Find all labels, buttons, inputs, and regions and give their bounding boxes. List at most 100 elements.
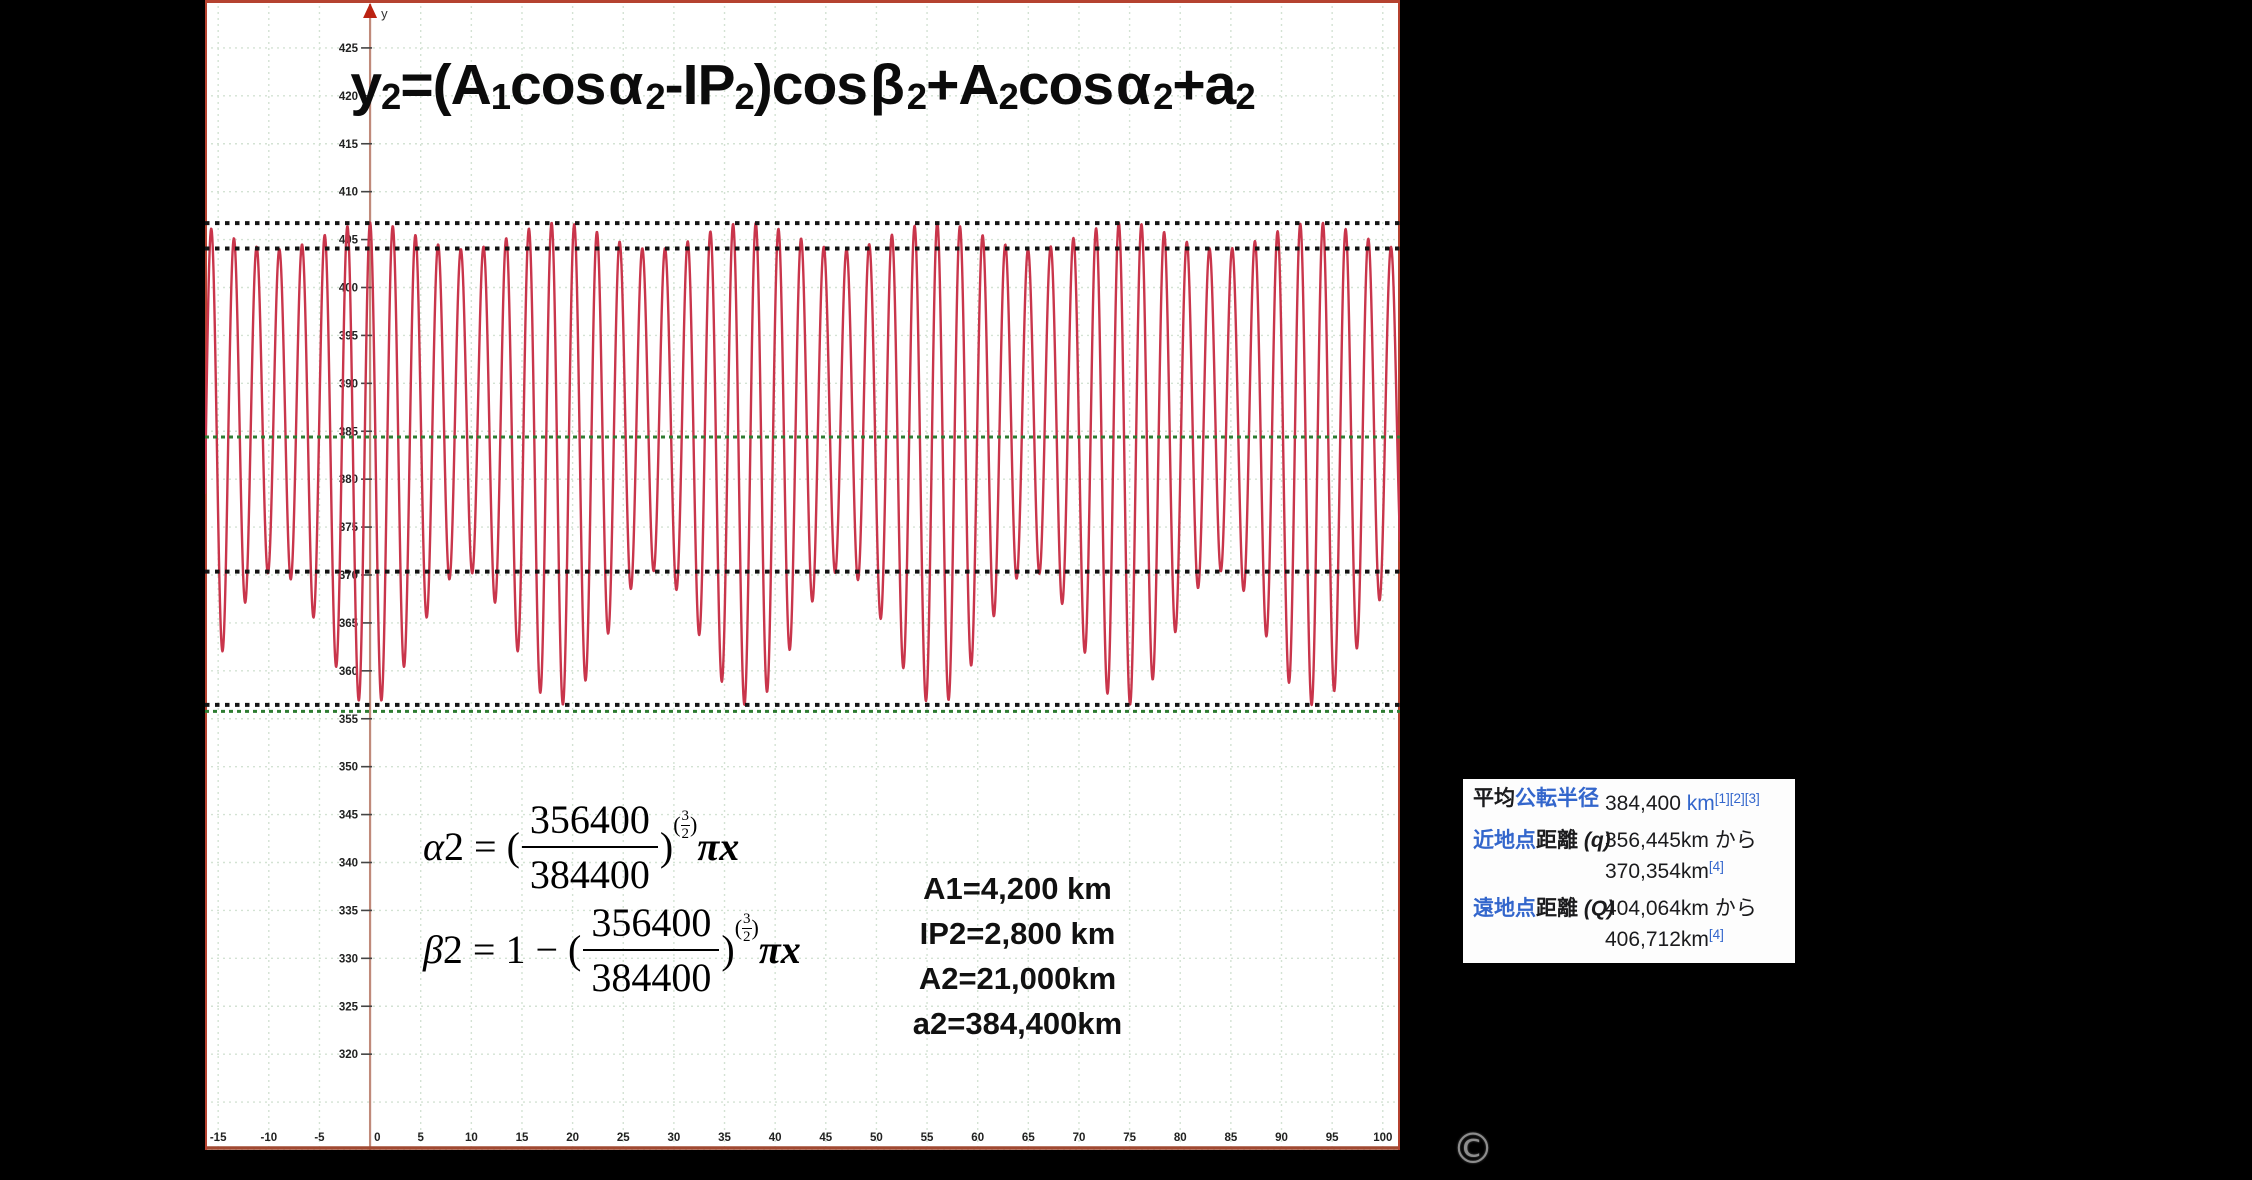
wiki-value-line: 370,354km[4]: [1605, 854, 1787, 885]
x-tick-label: 65: [1022, 1132, 1035, 1144]
fraction-numerator: 356400: [522, 796, 658, 848]
y-tick-label: 355: [339, 714, 359, 726]
wiki-row-label: 近地点距離 (q): [1473, 828, 1605, 885]
title-text: β: [870, 53, 904, 117]
x-tick-label: 100: [1373, 1132, 1392, 1144]
wiki-row-value: 404,064km から406,712km[4]: [1605, 896, 1787, 953]
screen-background: y425420415410405400395390385380375370365…: [0, 0, 2252, 1180]
x-tick-label: 25: [617, 1132, 630, 1144]
x-tick-label: 40: [769, 1132, 782, 1144]
wiki-text: 384,400: [1605, 792, 1687, 815]
y-tick-label: 360: [339, 666, 358, 678]
wiki-value-line: 406,712km[4]: [1605, 922, 1787, 953]
wiki-text: 距離: [1536, 897, 1578, 920]
plot-area[interactable]: y425420415410405400395390385380375370365…: [205, 0, 1400, 1150]
parameter-list: A1=4,200 kmIP2=2,800 kmA2=21,000kma2=384…: [845, 866, 1190, 1046]
wiki-row: 平均公転半径 384,400 km[1][2][3]: [1473, 786, 1787, 817]
title-subscript: 2: [907, 76, 926, 117]
y-tick-label: 340: [339, 858, 358, 870]
parameter-line: A2=21,000km: [845, 956, 1190, 1001]
x-tick-label: 15: [516, 1132, 529, 1144]
fraction: 356400384400: [583, 899, 719, 1001]
x-tick-label: 45: [819, 1132, 832, 1144]
wiki-reference-link[interactable]: [1][2][3]: [1715, 791, 1760, 806]
x-tick-label: 0: [374, 1132, 380, 1144]
title-text: α: [608, 53, 642, 117]
wiki-value-line: 356,445km から: [1605, 828, 1787, 854]
title-text: -IP: [665, 53, 735, 117]
title-subscript: 2: [1153, 76, 1172, 117]
exponent: (32): [735, 915, 759, 940]
wiki-link[interactable]: 遠地点: [1473, 897, 1536, 920]
y-tick-label: 330: [339, 953, 358, 965]
title-text: y: [350, 53, 381, 117]
title-text: +a: [1172, 53, 1235, 117]
chart-title: y2=(A1cosα2-IP2)cosβ2+A2cosα2+a2: [205, 52, 1400, 118]
y-tick-label: 325: [339, 1001, 359, 1013]
fraction: 356400384400: [522, 796, 658, 898]
x-tick-label: 80: [1174, 1132, 1187, 1144]
parameter-line: IP2=2,800 km: [845, 911, 1190, 956]
equation-variable: α: [423, 824, 444, 869]
copyright-icon: ©: [1452, 1124, 1494, 1173]
y-tick-label: 375: [339, 522, 359, 534]
title-subscript: 2: [999, 76, 1018, 117]
x-tick-label: -5: [314, 1132, 325, 1144]
y-tick-label: 395: [339, 330, 359, 342]
wiki-row-value: 384,400 km[1][2][3]: [1605, 786, 1787, 817]
x-tick-label: 10: [465, 1132, 478, 1144]
equation-part: ): [660, 824, 673, 869]
y-tick-label: 400: [339, 283, 358, 295]
wiki-reference-link[interactable]: [4]: [1709, 859, 1724, 874]
equation-part: (: [507, 824, 520, 869]
equation-part: ): [721, 927, 734, 972]
x-tick-label: 50: [870, 1132, 883, 1144]
equation-beta2: β2 = 1 − (356400384400)(32)πx: [423, 903, 801, 1005]
wiki-row-value: 356,445km から370,354km[4]: [1605, 828, 1787, 885]
x-tick-label: -15: [210, 1132, 227, 1144]
title-subscript: 2: [1235, 76, 1254, 117]
equation-part: 1 −: [505, 927, 568, 972]
wiki-reference-link[interactable]: [4]: [1709, 927, 1724, 942]
x-tick-label: -10: [260, 1132, 277, 1144]
parameter-line: A1=4,200 km: [845, 866, 1190, 911]
wiki-text: 356,445km から: [1605, 829, 1757, 852]
equation-part: (: [568, 927, 581, 972]
y-axis-arrow: [363, 3, 377, 18]
wiki-text: 平均: [1473, 787, 1515, 810]
title-subscript: 1: [491, 76, 510, 117]
exponent: (32): [673, 812, 697, 837]
equation-alpha2: α2 = (356400384400)(32)πx: [423, 800, 739, 902]
equation-part: 2: [444, 824, 464, 869]
equation-tail: πx: [759, 927, 801, 972]
chart-canvas: y425420415410405400395390385380375370365…: [205, 0, 1400, 1150]
title-text: )cos: [754, 53, 867, 117]
title-text: α: [1116, 53, 1150, 117]
title-text: cos: [510, 53, 605, 117]
equation-part: 2: [443, 927, 463, 972]
wiki-link[interactable]: 公転半径: [1515, 787, 1599, 810]
equation-tail: πx: [697, 824, 739, 869]
y-tick-label: 410: [339, 187, 358, 199]
wiki-text: 404,064km から: [1605, 897, 1757, 920]
wiki-row-label: 遠地点距離 (Q): [1473, 896, 1605, 953]
wiki-link[interactable]: km: [1687, 792, 1715, 815]
wiki-row: 遠地点距離 (Q)404,064km から406,712km[4]: [1473, 896, 1787, 953]
x-tick-label: 70: [1073, 1132, 1086, 1144]
series-curve: [205, 223, 1400, 705]
parameter-line: a2=384,400km: [845, 1001, 1190, 1046]
title-subscript: 2: [645, 76, 664, 117]
title-text: +A: [926, 53, 998, 117]
y-tick-label: 320: [339, 1049, 358, 1061]
title-subscript: 2: [381, 76, 400, 117]
wiki-link[interactable]: 近地点: [1473, 829, 1536, 852]
x-tick-label: 95: [1326, 1132, 1339, 1144]
title-text: cos: [1018, 53, 1113, 117]
x-tick-label: 5: [418, 1132, 425, 1144]
wiki-value-line: 404,064km から: [1605, 896, 1787, 922]
x-tick-label: 90: [1275, 1132, 1288, 1144]
fraction-denominator: 384400: [522, 848, 658, 898]
wiki-text: 距離: [1536, 829, 1578, 852]
y-axis-label: y: [381, 6, 388, 21]
y-tick-label: 335: [339, 905, 359, 917]
